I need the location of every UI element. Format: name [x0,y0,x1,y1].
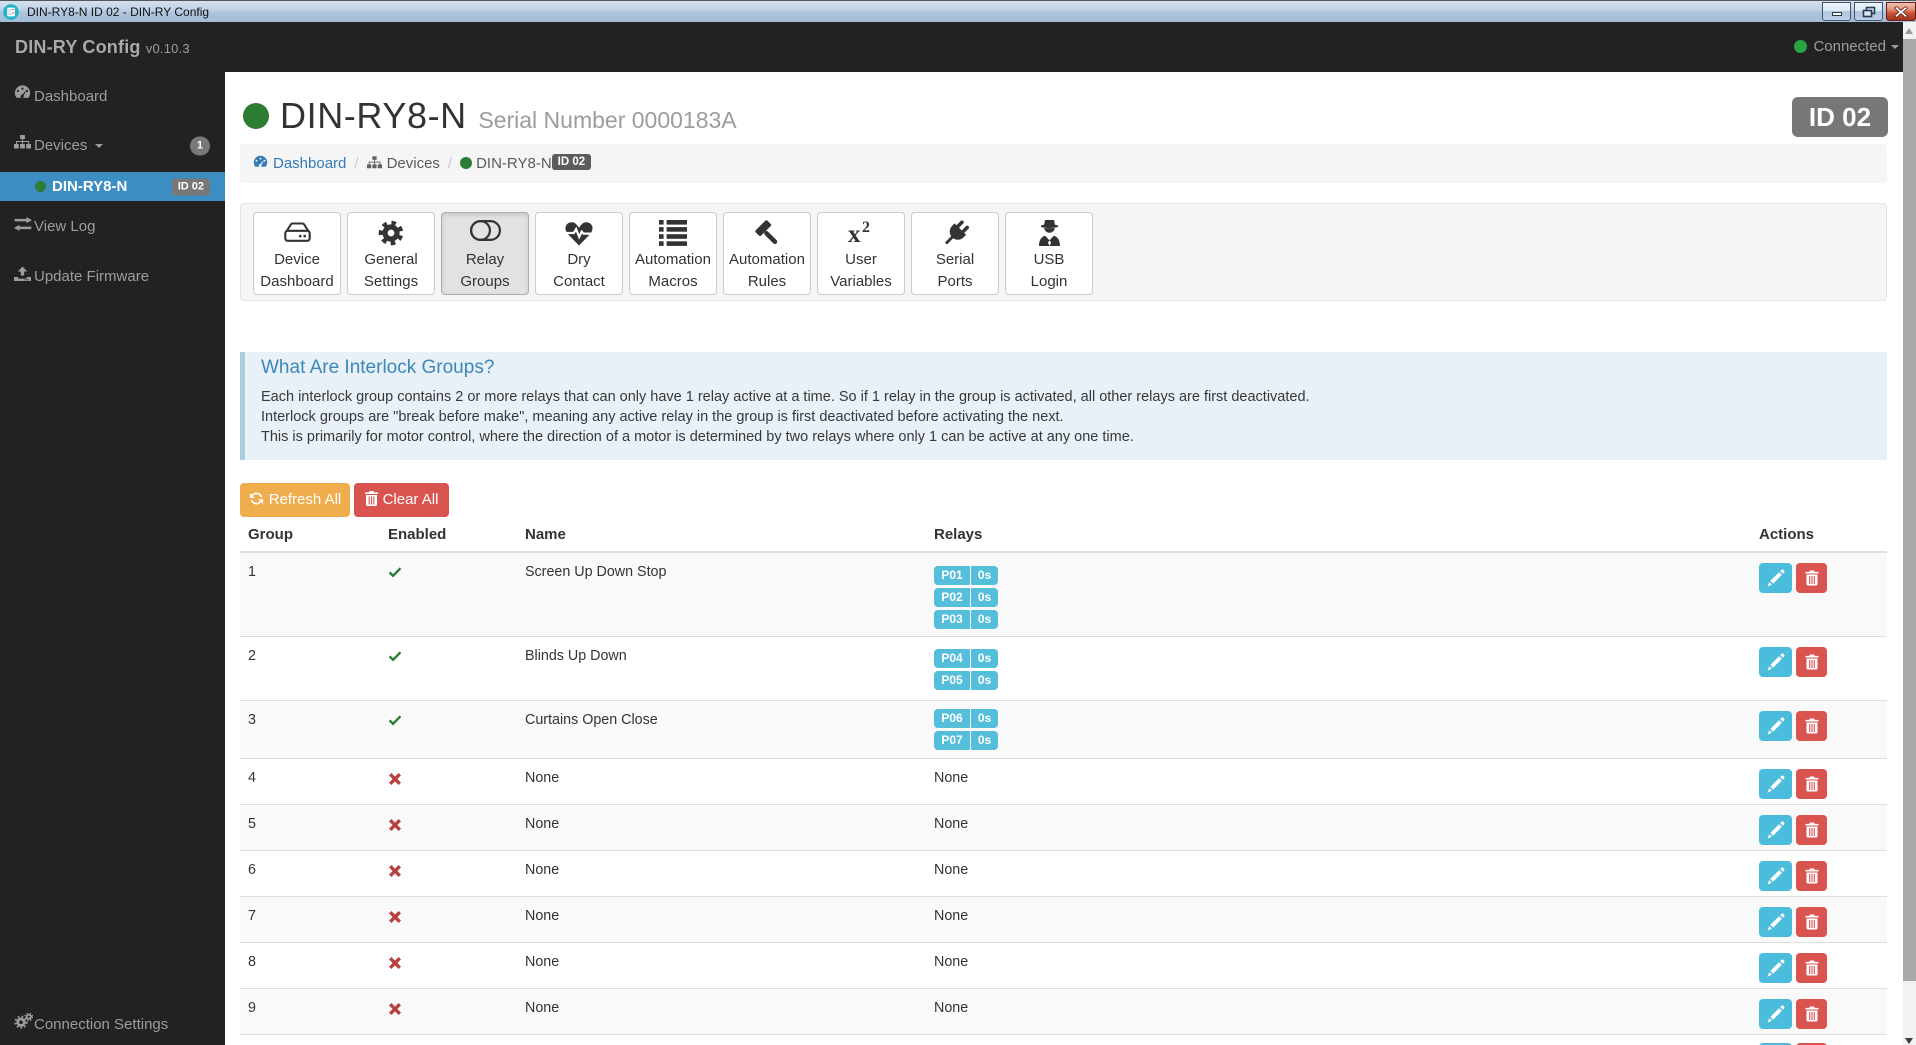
svg-text:x: x [848,221,861,246]
svg-text:2: 2 [862,220,870,236]
